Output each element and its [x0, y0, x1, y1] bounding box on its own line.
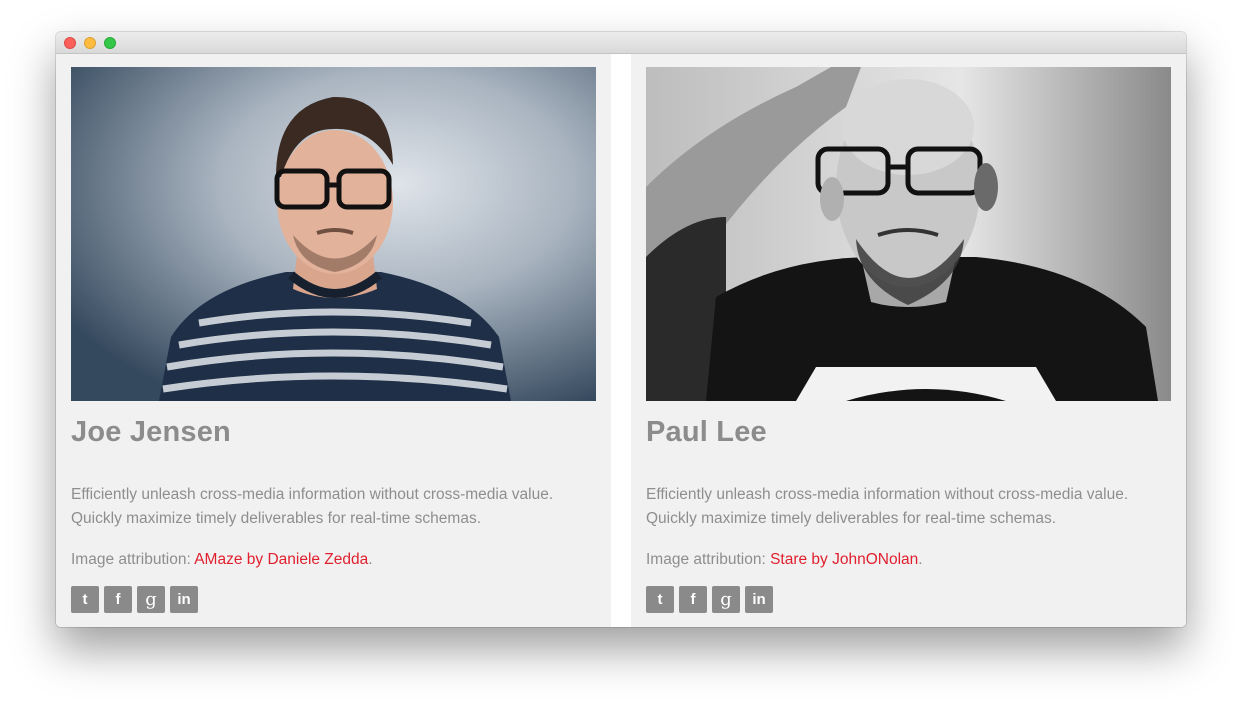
attribution-suffix: . [918, 551, 923, 568]
profile-description: Efficiently unleash cross-media informat… [646, 486, 1129, 527]
twitter-icon[interactable]: t [646, 586, 674, 613]
google-plus-icon[interactable]: g [712, 586, 740, 613]
attribution-label: Image attribution: [646, 551, 771, 568]
facebook-icon[interactable]: f [679, 586, 707, 613]
twitter-icon[interactable]: t [71, 586, 99, 613]
image-attribution: Image attribution: AMaze by Daniele Zedd… [71, 548, 373, 572]
social-links: t f g in [71, 586, 198, 613]
profile-card-paul: Paul Lee Efficiently unleash cross-media… [631, 54, 1186, 627]
profile-photo [646, 67, 1171, 401]
browser-window: Joe Jensen Efficiently unleash cross-med… [56, 32, 1186, 627]
maximize-window-button[interactable] [104, 37, 116, 49]
attribution-link[interactable]: Stare by JohnONolan [770, 551, 918, 568]
profile-name: Joe Jensen [71, 416, 231, 448]
profile-photo [71, 67, 596, 401]
image-attribution: Image attribution: Stare by JohnONolan. [646, 548, 923, 572]
profile-card-joe: Joe Jensen Efficiently unleash cross-med… [56, 54, 611, 627]
attribution-suffix: . [368, 551, 373, 568]
facebook-icon[interactable]: f [104, 586, 132, 613]
google-plus-icon[interactable]: g [137, 586, 165, 613]
minimize-window-button[interactable] [84, 37, 96, 49]
profile-description: Efficiently unleash cross-media informat… [71, 486, 554, 527]
close-window-button[interactable] [64, 37, 76, 49]
linkedin-icon[interactable]: in [170, 586, 198, 613]
window-titlebar [56, 32, 1186, 54]
profile-name: Paul Lee [646, 416, 767, 448]
social-links: t f g in [646, 586, 773, 613]
attribution-label: Image attribution: [71, 551, 195, 568]
attribution-link[interactable]: AMaze by Daniele Zedda [194, 551, 368, 568]
page-content: Joe Jensen Efficiently unleash cross-med… [56, 54, 1186, 627]
linkedin-icon[interactable]: in [745, 586, 773, 613]
